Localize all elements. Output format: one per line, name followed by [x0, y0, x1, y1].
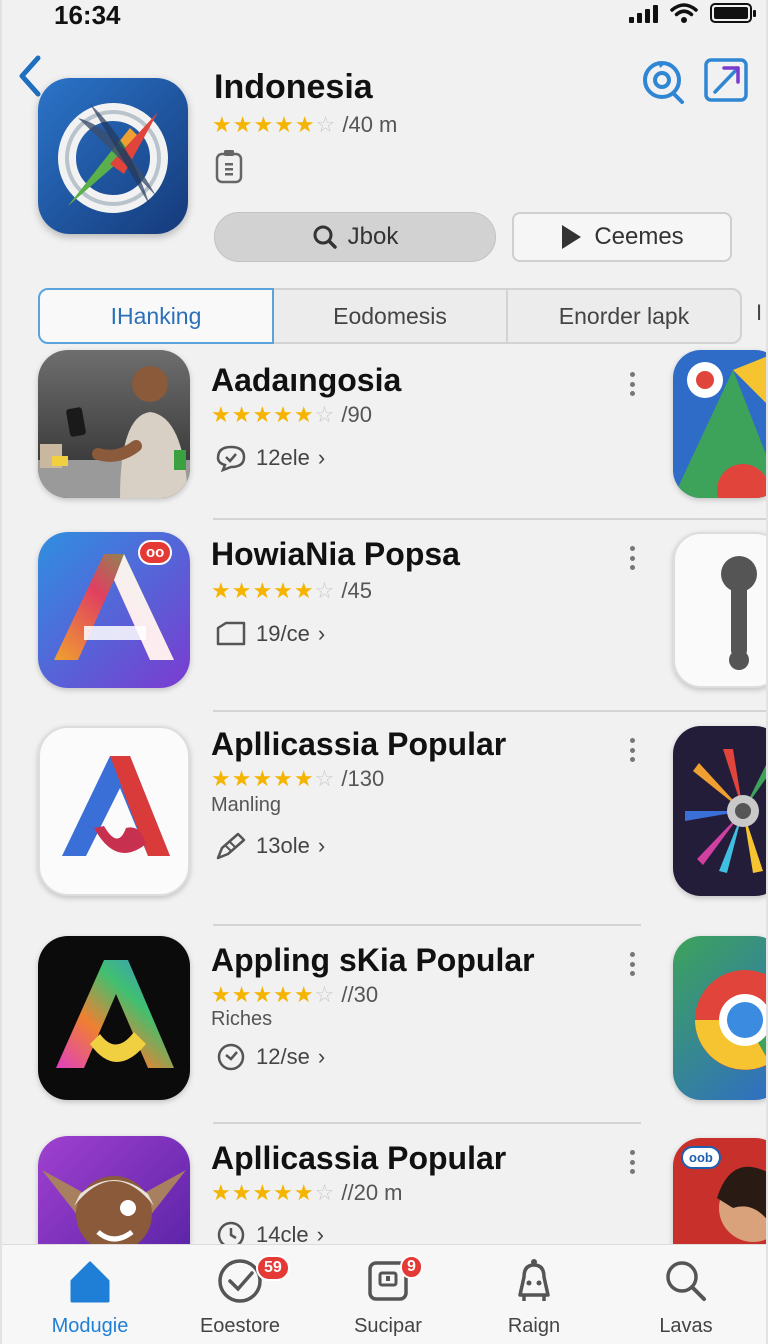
side-app-thumbnail[interactable] — [673, 726, 766, 896]
app-name: Apllicassia Popular — [211, 726, 507, 762]
side-app-thumbnail[interactable] — [673, 532, 766, 688]
nav-label: Sucipar — [354, 1315, 422, 1337]
share-icon[interactable] — [702, 56, 750, 104]
rating-text: /45 — [341, 578, 372, 603]
app-name: HowiaNia Popsa — [211, 536, 460, 572]
more-options-icon[interactable] — [622, 952, 642, 976]
app-name: Appling sKia Popular — [211, 942, 535, 978]
divider — [213, 924, 641, 926]
nav-badge: 9 — [400, 1255, 423, 1279]
divider — [213, 1122, 641, 1124]
home-icon — [70, 1261, 110, 1303]
app-thumbnail — [38, 350, 190, 498]
rating-text: //20 m — [341, 1180, 403, 1205]
rating-stars: ★★★★★☆ — [211, 766, 336, 791]
app-subtitle: Manling — [211, 794, 282, 816]
nav-lavas[interactable]: Lavas — [616, 1245, 756, 1344]
app-subtitle: Riches — [211, 1008, 273, 1030]
side-app-thumbnail[interactable] — [673, 936, 766, 1100]
refresh-icon[interactable] — [638, 56, 686, 104]
app-thumbnail — [38, 726, 190, 896]
more-options-icon[interactable] — [622, 738, 642, 762]
pencil-icon — [216, 832, 246, 860]
nav-badge: 59 — [256, 1255, 290, 1281]
bottom-nav: Modugie 59 Eoestore 9 Sucipar Raign Lava… — [2, 1244, 766, 1344]
nav-modugie[interactable]: Modugie — [20, 1245, 160, 1344]
chevron-right-icon: › — [317, 833, 326, 858]
tab-enorder[interactable]: Enorder lapk — [506, 288, 742, 344]
side-app-badge: oob — [681, 1146, 721, 1169]
app-rating: ★★★★★☆ /130 — [211, 766, 384, 792]
app-meta: 12/se › — [214, 1042, 325, 1072]
chat-icon — [216, 445, 246, 472]
app-rating: ★★★★★☆ //20 m — [211, 1180, 403, 1206]
status-bar: 16:34 — [2, 0, 766, 30]
tab-overflow[interactable]: I — [756, 300, 762, 326]
more-options-icon[interactable] — [622, 372, 642, 396]
play-icon — [562, 225, 582, 249]
app-thumbnail — [38, 936, 190, 1100]
signal-icon — [629, 3, 658, 23]
robot-icon — [518, 1259, 550, 1301]
nav-sucipar[interactable]: 9 Sucipar — [318, 1245, 458, 1344]
rating-stars: ★★★★★☆ — [212, 112, 337, 137]
nav-label: Raign — [507, 1315, 561, 1337]
jbok-button-label: Jbok — [347, 223, 399, 250]
nav-label: Eoestore — [199, 1315, 281, 1337]
app-meta: 13ole › — [214, 830, 325, 862]
ceemes-button[interactable]: Ceemes — [512, 212, 732, 262]
more-options-icon[interactable] — [622, 1150, 642, 1174]
app-rating: ★★★★★☆ //30 — [211, 982, 378, 1008]
app-title: Indonesia — [214, 68, 373, 106]
chevron-right-icon: › — [317, 445, 326, 470]
divider — [213, 710, 766, 712]
device-compat-icon — [215, 150, 243, 184]
app-name: Aadaıngosia — [211, 362, 402, 398]
ceemes-button-label: Ceemes — [594, 223, 684, 250]
search-icon — [313, 225, 337, 249]
app-rating: ★★★★★☆ /90 — [211, 402, 372, 428]
app-meta: 12ele › — [214, 444, 325, 472]
status-time: 16:34 — [54, 0, 121, 30]
tab-eodomesis[interactable]: Eodomesis — [272, 288, 508, 344]
meta-text: 12/se — [256, 1044, 310, 1069]
app-meta: 19/ce › — [214, 620, 325, 648]
meta-text: 19/ce — [256, 621, 310, 646]
rating-text: /130 — [341, 766, 385, 791]
nav-label: Lavas — [659, 1315, 713, 1337]
wifi-icon — [670, 3, 698, 23]
header-rating: ★★★★★☆ /40 m — [212, 112, 397, 138]
rating-stars: ★★★★★☆ — [211, 402, 336, 427]
app-badge: oo — [138, 540, 173, 565]
nav-raign[interactable]: Raign — [464, 1245, 604, 1344]
rating-stars: ★★★★★☆ — [211, 1180, 336, 1205]
clock-icon — [217, 1043, 245, 1071]
battery-icon — [710, 3, 756, 23]
status-icons — [629, 2, 756, 24]
app-icon — [38, 78, 188, 234]
tab-ihanking[interactable]: IHanking — [38, 288, 274, 344]
app-thumbnail: oo — [38, 532, 190, 688]
rating-text: /90 — [341, 402, 372, 427]
rating-text: /40 m — [342, 112, 398, 137]
folder-icon — [216, 621, 246, 646]
rating-stars: ★★★★★☆ — [211, 982, 336, 1007]
category-tabs: IHanking Eodomesis Enorder lapk — [38, 288, 742, 344]
meta-text: 12ele — [256, 445, 310, 470]
app-name: Apllicassia Popular — [211, 1140, 507, 1176]
nav-eoestore[interactable]: 59 Eoestore — [170, 1245, 310, 1344]
chevron-right-icon: › — [317, 1044, 326, 1069]
phone-screen: 16:34 Indonesia ★★★★★☆ /40 m Jbok Ceemes… — [0, 0, 768, 1344]
app-rating: ★★★★★☆ /45 — [211, 578, 372, 604]
jbok-button[interactable]: Jbok — [214, 212, 496, 262]
search-icon — [666, 1261, 706, 1301]
rating-stars: ★★★★★☆ — [211, 578, 336, 603]
divider — [213, 518, 766, 520]
meta-text: 13ole — [256, 833, 310, 858]
nav-label: Modugie — [51, 1315, 129, 1337]
side-app-thumbnail[interactable] — [673, 350, 766, 498]
rating-text: //30 — [341, 982, 379, 1007]
more-options-icon[interactable] — [622, 546, 642, 570]
chevron-right-icon: › — [317, 621, 326, 646]
